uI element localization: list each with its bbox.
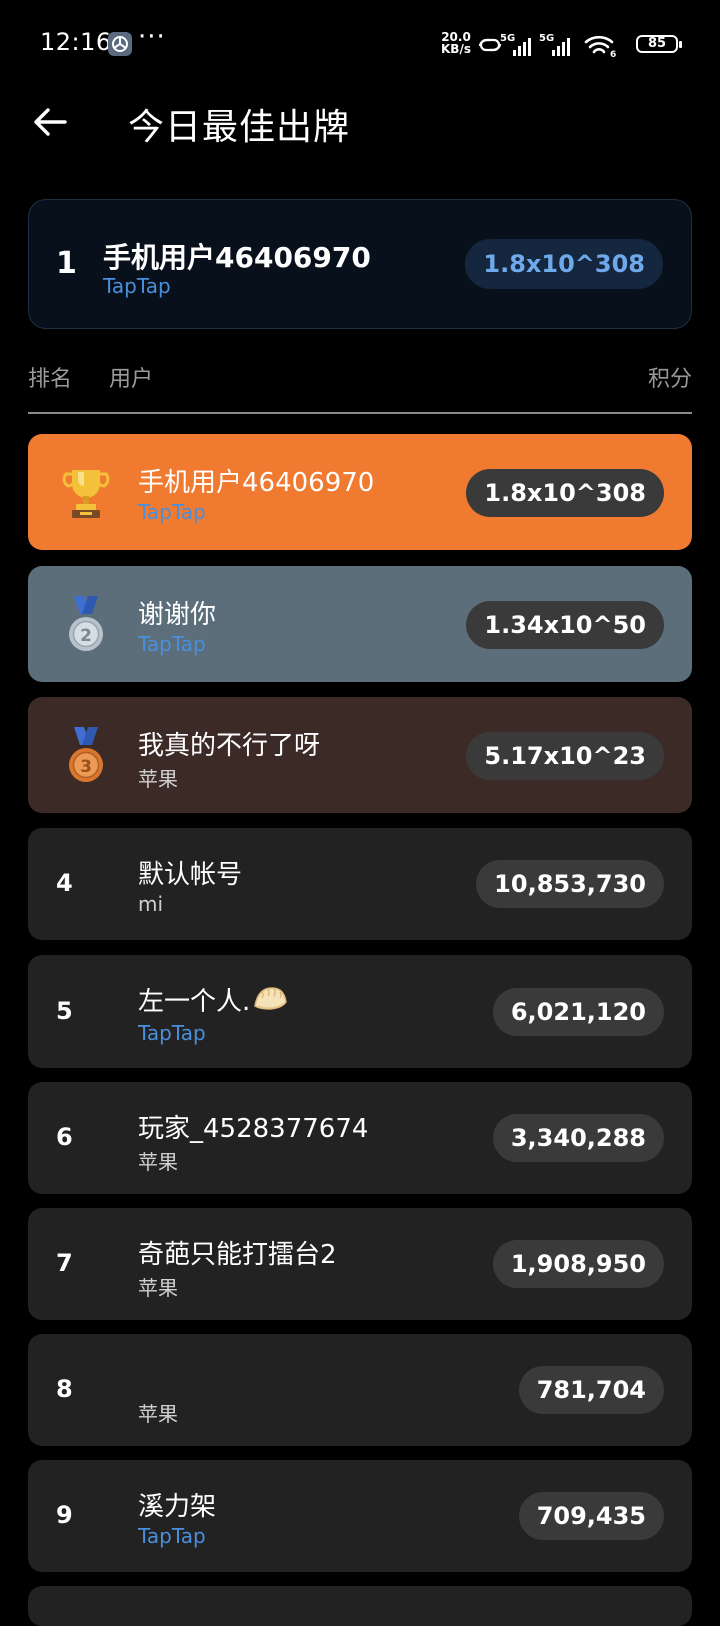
row-score-badge: 3,340,288 (492, 1114, 664, 1162)
hotspot-icon (478, 38, 502, 52)
wifi-label: 6 (610, 50, 616, 60)
column-header-score: 积分 (647, 367, 692, 392)
row-username: 谢谢你 (138, 600, 217, 630)
status-icons: 5G 5G 6 (476, 30, 636, 60)
network-label-1: 5G (500, 33, 515, 44)
leaderboard-row-7[interactable]: 7 奇葩只能打擂台2 苹果 1,908,950 (28, 1208, 692, 1320)
back-button[interactable] (28, 100, 72, 144)
leaderboard-row-3[interactable]: 3 我真的不行了呀 苹果 5.17x10^23 (28, 697, 692, 813)
battery-level: 85 (647, 36, 667, 51)
leaderboard-row-4[interactable]: 4 默认帐号 mi 10,853,730 (28, 828, 692, 940)
row-rank-number: 9 (56, 1501, 73, 1529)
row-platform: 苹果 (138, 1402, 178, 1426)
row-score-badge: 5.17x10^23 (466, 732, 664, 780)
row-username: 溪力架 (138, 1492, 217, 1522)
my-platform: TapTap (103, 274, 171, 298)
silver-medal-icon: 2 (56, 594, 116, 654)
my-rank-number: 1 (56, 246, 77, 281)
bronze-medal-icon: 3 (56, 725, 116, 785)
wifi-icon (584, 35, 614, 54)
leaderboard-row-6[interactable]: 6 玩家_4528377674 苹果 3,340,288 (28, 1082, 692, 1194)
row-score-badge: 6,021,120 (492, 988, 664, 1036)
network-speed: 20.0 KB/s (439, 31, 473, 55)
my-username: 手机用户46406970 (103, 241, 371, 274)
leaderboard-row-9[interactable]: 9 溪力架 TapTap 709,435 (28, 1460, 692, 1572)
network-label-2: 5G (539, 33, 554, 44)
svg-text:3: 3 (80, 757, 92, 777)
battery-icon: 85 (636, 35, 682, 53)
svg-text:2: 2 (80, 626, 92, 646)
row-username-wrap: 左一个人. (138, 981, 288, 1021)
row-platform: TapTap (138, 1524, 206, 1548)
row-username: 奇葩只能打擂台2 (138, 1240, 337, 1270)
leaderboard-row-1[interactable]: 手机用户46406970 TapTap 1.8x10^308 (28, 434, 692, 550)
row-score-badge: 1.34x10^50 (466, 601, 664, 649)
header-divider (28, 412, 692, 414)
row-score-badge: 1,908,950 (492, 1240, 664, 1288)
my-rank-card: 1 手机用户46406970 TapTap 1.8x10^308 (28, 199, 692, 329)
row-username: 玩家_4528377674 (138, 1114, 369, 1144)
row-score-badge: 10,853,730 (476, 860, 664, 908)
row-username: 手机用户46406970 (138, 468, 375, 498)
row-rank-number: 6 (56, 1123, 73, 1151)
row-platform: mi (138, 892, 164, 916)
dumpling-icon (252, 984, 288, 1021)
row-rank-number: 5 (56, 997, 73, 1025)
row-score-badge: 709,435 (518, 1492, 664, 1540)
leaderboard-row-partial[interactable] (28, 1586, 692, 1626)
row-platform: TapTap (138, 632, 206, 656)
column-header-user: 用户 (109, 367, 154, 392)
row-platform: 苹果 (138, 1276, 178, 1300)
column-header-rank: 排名 (28, 367, 73, 392)
back-arrow-icon (34, 108, 67, 136)
notification-app-icon (108, 32, 132, 56)
page-title: 今日最佳出牌 (128, 107, 351, 148)
status-bar: 12:16 ··· 20.0 KB/s 5G 5G 6 85 (0, 0, 720, 90)
row-platform: 苹果 (138, 767, 178, 791)
signal-icon-2 (552, 38, 570, 56)
row-username: 左一个人. (138, 987, 251, 1017)
leaderboard-row-5[interactable]: 5 左一个人. TapTap 6,021,120 (28, 955, 692, 1068)
row-rank-number: 4 (56, 869, 73, 897)
my-score-badge: 1.8x10^308 (465, 239, 663, 289)
signal-icon-1 (513, 38, 531, 56)
row-rank-number: 8 (56, 1375, 73, 1403)
more-notifications-icon: ··· (138, 22, 166, 52)
row-platform: 苹果 (138, 1150, 178, 1174)
leaderboard-row-2[interactable]: 2 谢谢你 TapTap 1.34x10^50 (28, 566, 692, 682)
row-username: 我真的不行了呀 (138, 731, 321, 761)
row-score-badge: 1.8x10^308 (466, 469, 664, 517)
status-time: 12:16 (40, 28, 112, 56)
row-rank-number: 7 (56, 1249, 73, 1277)
row-username: 默认帐号 (138, 860, 243, 890)
row-score-badge: 781,704 (518, 1366, 664, 1414)
leaderboard-row-8[interactable]: 8 苹果 781,704 (28, 1334, 692, 1446)
network-speed-unit: KB/s (441, 42, 471, 56)
row-platform: TapTap (138, 1021, 206, 1045)
trophy-icon (56, 462, 116, 522)
row-platform: TapTap (138, 500, 206, 524)
